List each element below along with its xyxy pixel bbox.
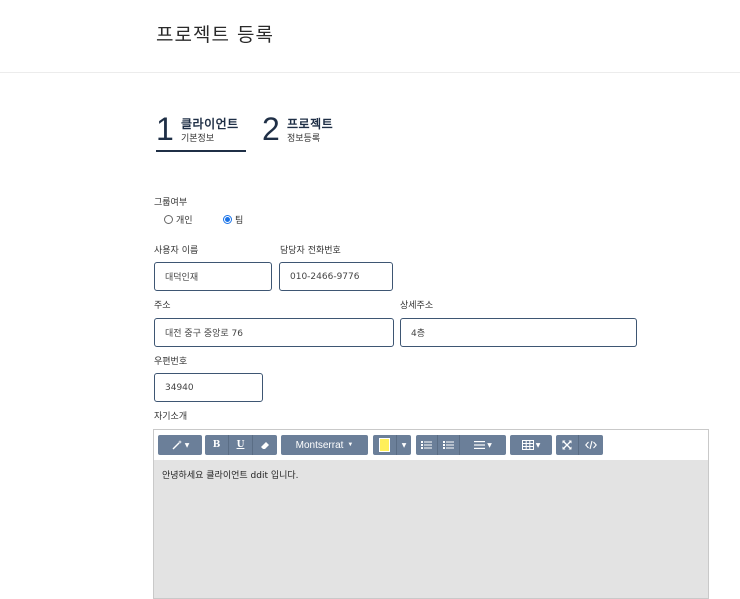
underline-icon[interactable]: U — [229, 435, 253, 455]
editor-content[interactable]: 안녕하세요 클라이언트 ddit 입니다. — [162, 468, 299, 481]
step-2-number: 2 — [262, 111, 280, 147]
intro-label: 자기소개 — [154, 412, 188, 422]
postal-code-label: 우편번호 — [154, 357, 188, 367]
font-family-dropdown[interactable]: Montserrat ▼ — [281, 435, 368, 455]
font-style-group: B U — [205, 435, 277, 455]
table-icon[interactable]: ▼ — [510, 435, 552, 455]
highlight-color-icon[interactable] — [373, 435, 397, 455]
radio-individual[interactable]: 개인 — [164, 213, 193, 226]
unordered-list-icon[interactable] — [416, 435, 438, 455]
step-2-subtitle: 정보등록 — [287, 134, 321, 144]
color-dropdown-icon[interactable]: ▼ — [397, 435, 411, 455]
address-detail-input[interactable]: 4층 — [400, 318, 637, 347]
user-name-input[interactable]: 대덕인재 — [154, 262, 272, 291]
manager-phone-label: 담당자 전화번호 — [280, 246, 341, 256]
view-group — [556, 435, 603, 455]
ordered-list-icon[interactable] — [438, 435, 460, 455]
radio-team-circle[interactable] — [223, 215, 232, 224]
manager-phone-input[interactable]: 010-2466-9776 — [279, 262, 393, 291]
eraser-icon[interactable] — [253, 435, 277, 455]
user-name-label: 사용자 이름 — [154, 246, 199, 256]
step-1-title: 클라이언트 — [181, 117, 239, 131]
table-group: ▼ — [510, 435, 552, 455]
style-group: ▼ — [158, 435, 202, 455]
radio-team-label: 팀 — [235, 216, 244, 226]
code-view-icon[interactable] — [579, 435, 603, 455]
radio-individual-label: 개인 — [176, 216, 193, 226]
address-input[interactable]: 대전 중구 중앙로 76 — [154, 318, 394, 347]
step-1-tab[interactable]: 1 클라이언트 기본정보 — [156, 110, 246, 152]
magic-wand-icon[interactable]: ▼ — [158, 435, 202, 455]
font-family-group: Montserrat ▼ — [281, 435, 368, 455]
step-2-tab[interactable]: 2 프로젝트 정보등록 — [262, 110, 352, 150]
radio-team[interactable]: 팀 — [223, 213, 243, 226]
step-1-number: 1 — [156, 111, 174, 147]
editor-toolbar: ▼ B U Montserrat ▼ ▼ ▼ ▼ — [154, 430, 708, 460]
group-label: 그룹여부 — [154, 198, 188, 208]
postal-code-input[interactable]: 34940 — [154, 373, 263, 402]
paragraph-group: ▼ — [416, 435, 506, 455]
step-1-subtitle: 기본정보 — [181, 134, 215, 144]
address-detail-label: 상세주소 — [400, 301, 434, 311]
page-title: 프로젝트 등록 — [156, 24, 274, 46]
address-label: 주소 — [154, 301, 171, 311]
color-group: ▼ — [373, 435, 411, 455]
page-header: 프로젝트 등록 — [0, 0, 740, 73]
fullscreen-icon[interactable] — [556, 435, 579, 455]
step-2-title: 프로젝트 — [287, 117, 334, 131]
bold-icon[interactable]: B — [205, 435, 229, 455]
font-family-name: Montserrat — [295, 439, 344, 451]
intro-editor: ▼ B U Montserrat ▼ ▼ ▼ ▼ 안녕하세요 클라이언트 ddi… — [153, 429, 709, 599]
paragraph-align-icon[interactable]: ▼ — [460, 435, 506, 455]
radio-individual-circle[interactable] — [164, 215, 173, 224]
